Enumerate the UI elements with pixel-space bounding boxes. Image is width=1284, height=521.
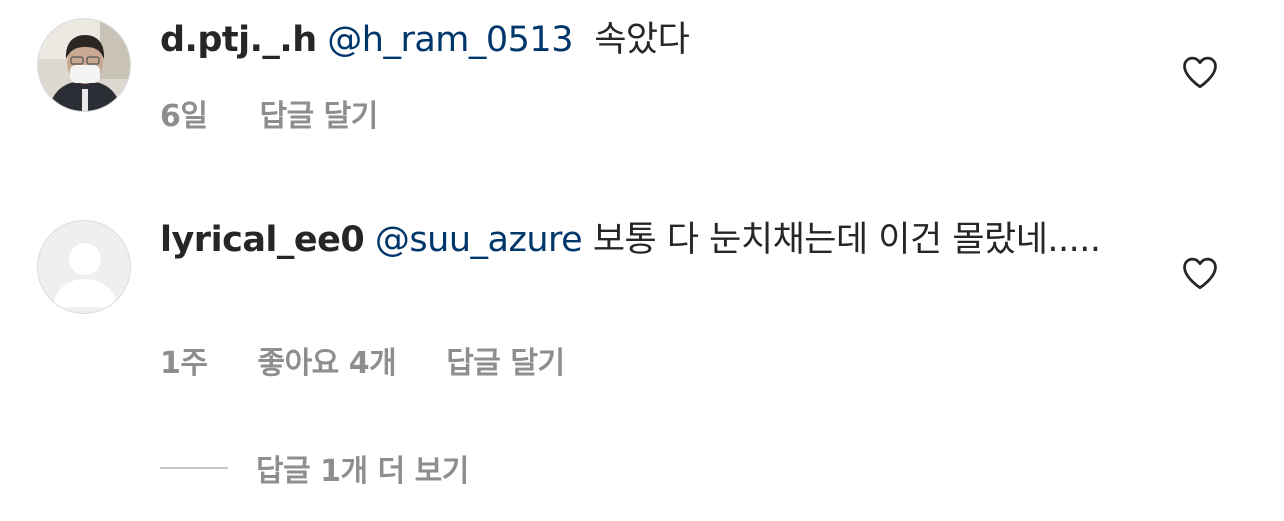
comment-username[interactable]: d.ptj._.h — [160, 20, 317, 60]
user-photo-avatar — [38, 19, 130, 111]
divider-line — [160, 467, 228, 469]
reply-button[interactable]: 답글 달기 — [259, 91, 378, 135]
comment-mention[interactable]: @h_ram_0513 — [327, 20, 573, 60]
avatar[interactable] — [37, 18, 131, 112]
comment-meta: 1주 좋아요 4개 답글 달기 — [160, 338, 565, 382]
comment-username[interactable]: lyrical_ee0 — [160, 220, 365, 260]
comment-time: 6일 — [160, 99, 208, 134]
comment-mention[interactable]: @suu_azure — [375, 220, 583, 260]
avatar[interactable] — [37, 220, 131, 314]
default-avatar-icon — [38, 221, 130, 313]
view-more-replies-label: 답글 1개 더 보기 — [256, 454, 469, 489]
view-more-replies-button[interactable]: 답글 1개 더 보기 — [160, 446, 469, 490]
likes-count[interactable]: 좋아요 4개 — [257, 338, 396, 382]
comment-body: 보통 다 눈치채는데 이건 몰랐네..... — [592, 220, 1101, 260]
reply-button[interactable]: 답글 달기 — [446, 338, 565, 382]
heart-outline-icon[interactable] — [1181, 256, 1219, 290]
heart-outline-icon[interactable] — [1181, 55, 1219, 89]
comment-meta: 6일 답글 달기 — [160, 91, 378, 135]
comment-text: d.ptj._.h @h_ram_0513 속았다 — [160, 14, 1120, 66]
comment-time: 1주 — [160, 346, 208, 381]
comment: d.ptj._.h @h_ram_0513 속았다 6일 답글 달기 — [0, 0, 1284, 160]
comment-text: lyrical_ee0 @suu_azure 보통 다 눈치채는데 이건 몰랐네… — [160, 214, 1120, 266]
comment: lyrical_ee0 @suu_azure 보통 다 눈치채는데 이건 몰랐네… — [0, 200, 1284, 400]
comment-body: 속았다 — [594, 20, 690, 60]
